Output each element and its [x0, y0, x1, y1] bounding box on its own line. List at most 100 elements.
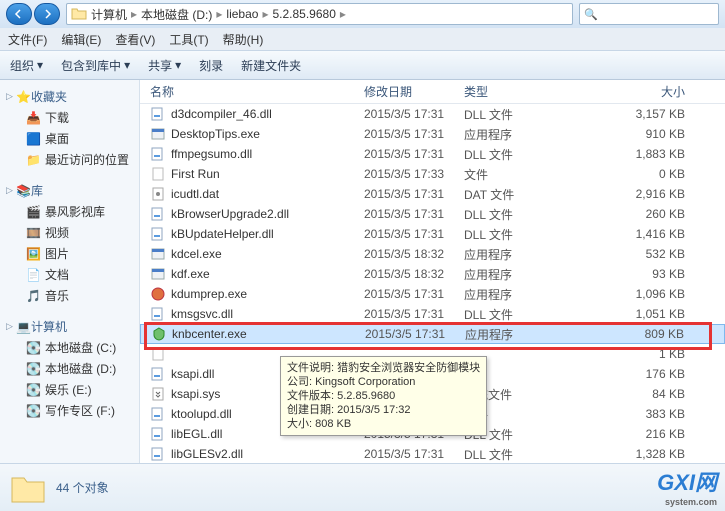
file-icon: [150, 406, 166, 422]
file-row[interactable]: DesktopTips.exe2015/3/5 17:31应用程序910 KB: [140, 124, 725, 144]
file-row[interactable]: icudtl.dat2015/3/5 17:31DAT 文件2,916 KB: [140, 184, 725, 204]
file-icon: [150, 306, 166, 322]
menu-tools[interactable]: 工具(T): [169, 31, 208, 48]
chevron-right-icon: ▸: [131, 7, 137, 21]
search-input[interactable]: 🔍: [579, 3, 719, 25]
file-date: 2015/3/5 17:31: [364, 187, 464, 201]
sidebar-item-music[interactable]: 🎵 音乐: [0, 285, 139, 306]
sidebar: ▷⭐ 收藏夹 📥 下载 🟦 桌面 📁 最近访问的位置 ▷📚 库 🎬 暴风影视库 …: [0, 80, 140, 463]
column-type[interactable]: 类型: [464, 83, 558, 100]
file-name: knbcenter.exe: [172, 327, 365, 341]
dropdown-icon: ▾: [175, 58, 181, 72]
file-row[interactable]: d3dcompiler_46.dll2015/3/5 17:31DLL 文件3,…: [140, 104, 725, 124]
expander-icon: ▷: [6, 185, 16, 196]
file-size: 1,416 KB: [558, 227, 725, 241]
file-date: 2015/3/5 18:32: [364, 247, 464, 261]
file-icon: [150, 106, 166, 122]
file-type: 应用程序: [464, 246, 558, 263]
file-list[interactable]: d3dcompiler_46.dll2015/3/5 17:31DLL 文件3,…: [140, 104, 725, 463]
file-name: d3dcompiler_46.dll: [171, 107, 364, 121]
sidebar-item[interactable]: 🎬 暴风影视库: [0, 201, 139, 222]
file-row[interactable]: ffmpegsumo.dll2015/3/5 17:31DLL 文件1,883 …: [140, 144, 725, 164]
file-size: 176 KB: [558, 367, 725, 381]
back-button[interactable]: [6, 3, 32, 25]
file-row[interactable]: First Run2015/3/5 17:33文件0 KB: [140, 164, 725, 184]
chevron-right-icon: ▸: [262, 7, 268, 21]
sidebar-favorites[interactable]: ▷⭐ 收藏夹: [0, 86, 139, 107]
file-type: 文件: [464, 166, 558, 183]
file-size: 2,916 KB: [558, 187, 725, 201]
file-name: icudtl.dat: [171, 187, 364, 201]
organize-button[interactable]: 组织 ▾: [10, 57, 43, 74]
file-row[interactable]: kBrowserUpgrade2.dll2015/3/5 17:31DLL 文件…: [140, 204, 725, 224]
file-type: 应用程序: [465, 326, 559, 343]
forward-button[interactable]: [34, 3, 60, 25]
sidebar-item-documents[interactable]: 📄 文档: [0, 264, 139, 285]
sidebar-libraries[interactable]: ▷📚 库: [0, 180, 139, 201]
file-size: 1,883 KB: [558, 147, 725, 161]
column-date[interactable]: 修改日期: [364, 83, 464, 100]
file-name: kBrowserUpgrade2.dll: [171, 207, 364, 221]
sidebar-item-pictures[interactable]: 🖼️ 图片: [0, 243, 139, 264]
file-row[interactable]: kBUpdateHelper.dll2015/3/5 17:31DLL 文件1,…: [140, 224, 725, 244]
file-size: 532 KB: [558, 247, 725, 261]
address-bar[interactable]: 计算机▸ 本地磁盘 (D:)▸ liebao▸ 5.2.85.9680▸: [66, 3, 573, 25]
file-size: 84 KB: [558, 387, 725, 401]
sidebar-item-downloads[interactable]: 📥 下载: [0, 107, 139, 128]
share-button[interactable]: 共享 ▾: [148, 57, 181, 74]
file-date: 2015/3/5 17:31: [364, 127, 464, 141]
menu-file[interactable]: 文件(F): [8, 31, 47, 48]
file-icon: [150, 446, 166, 462]
include-button[interactable]: 包含到库中 ▾: [61, 57, 130, 74]
column-size[interactable]: 大小: [558, 83, 725, 100]
file-type: DAT 文件: [464, 186, 558, 203]
file-size: 216 KB: [558, 427, 725, 441]
file-size: 1,328 KB: [558, 447, 725, 461]
menu-help[interactable]: 帮助(H): [223, 31, 264, 48]
dropdown-icon: ▾: [124, 58, 130, 72]
file-icon: [150, 226, 166, 242]
column-name[interactable]: 名称: [150, 83, 364, 100]
sidebar-item-drive-c[interactable]: 💽 本地磁盘 (C:): [0, 337, 139, 358]
folder-icon: [10, 470, 46, 506]
file-row[interactable]: kdf.exe2015/3/5 18:32应用程序93 KB: [140, 264, 725, 284]
menu-view[interactable]: 查看(V): [115, 31, 155, 48]
expander-icon: ▷: [6, 321, 16, 332]
sidebar-item-drive-e[interactable]: 💽 娱乐 (E:): [0, 379, 139, 400]
menu-edit[interactable]: 编辑(E): [61, 31, 101, 48]
file-type: DLL 文件: [464, 106, 558, 123]
sidebar-item-desktop[interactable]: 🟦 桌面: [0, 128, 139, 149]
file-type: DLL 文件: [464, 146, 558, 163]
file-size: 3,157 KB: [558, 107, 725, 121]
folder-icon: [71, 6, 87, 23]
file-size: 1,096 KB: [558, 287, 725, 301]
breadcrumb-part[interactable]: 计算机: [91, 6, 127, 23]
sidebar-item-drive-d[interactable]: 💽 本地磁盘 (D:): [0, 358, 139, 379]
sidebar-item-videos[interactable]: 🎞️ 视频: [0, 222, 139, 243]
file-icon: [150, 266, 166, 282]
burn-button[interactable]: 刻录: [199, 57, 223, 74]
breadcrumb-part[interactable]: 本地磁盘 (D:): [141, 6, 212, 23]
sidebar-item-drive-f[interactable]: 💽 写作专区 (F:): [0, 400, 139, 421]
file-name: kdcel.exe: [171, 247, 364, 261]
file-row[interactable]: kmsgsvc.dll2015/3/5 17:31DLL 文件1,051 KB: [140, 304, 725, 324]
statusbar: 44 个对象: [0, 463, 725, 511]
expander-icon: ▷: [6, 91, 16, 102]
file-date: 2015/3/5 17:31: [364, 287, 464, 301]
menubar: 文件(F) 编辑(E) 查看(V) 工具(T) 帮助(H): [0, 28, 725, 50]
file-row[interactable]: kdcel.exe2015/3/5 18:32应用程序532 KB: [140, 244, 725, 264]
sidebar-computer[interactable]: ▷💻 计算机: [0, 316, 139, 337]
file-name: kdf.exe: [171, 267, 364, 281]
breadcrumb-part[interactable]: 5.2.85.9680: [272, 7, 335, 21]
sidebar-item-recent[interactable]: 📁 最近访问的位置: [0, 149, 139, 170]
newfolder-button[interactable]: 新建文件夹: [241, 57, 301, 74]
file-row[interactable]: libGLESv2.dll2015/3/5 17:31DLL 文件1,328 K…: [140, 444, 725, 463]
file-date: 2015/3/5 17:31: [364, 207, 464, 221]
file-date: 2015/3/5 17:31: [364, 107, 464, 121]
file-date: 2015/3/5 18:32: [364, 267, 464, 281]
file-size: 809 KB: [559, 327, 724, 341]
file-row[interactable]: knbcenter.exe2015/3/5 17:31应用程序809 KB: [140, 324, 725, 344]
file-icon: [150, 146, 166, 162]
file-row[interactable]: kdumprep.exe2015/3/5 17:31应用程序1,096 KB: [140, 284, 725, 304]
breadcrumb-part[interactable]: liebao: [226, 7, 258, 21]
